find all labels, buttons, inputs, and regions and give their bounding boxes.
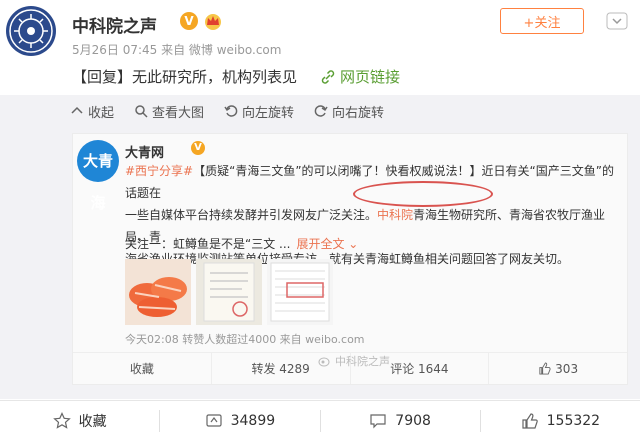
post-text: 【回复】无此研究所，机构列表见: [72, 68, 298, 86]
avatar[interactable]: [6, 6, 56, 56]
star-icon: [52, 411, 71, 429]
rotate-left-button[interactable]: 向左旋转: [224, 102, 294, 121]
comment-button[interactable]: 7908: [321, 401, 480, 440]
salmon-thumbnail[interactable]: [125, 259, 191, 325]
retweet-thumbnails: [125, 259, 333, 325]
author-name[interactable]: 中科院之声: [72, 12, 157, 37]
follow-button[interactable]: +关注: [500, 8, 584, 34]
verified-icon: V: [191, 141, 205, 155]
retweet-body: #西宁分享#【质疑“青海三文鱼”的可以闭嘴了！快看权威说法！】近日有关“国产三文…: [125, 164, 614, 266]
crown-icon: [205, 14, 221, 30]
retweet-card: 大青海 大青网 V #西宁分享#【质疑“青海三文鱼”的可以闭嘴了！快看权威说法！…: [72, 133, 628, 385]
retweet-favorite-button[interactable]: 收藏: [73, 353, 212, 384]
verified-icon: V: [180, 12, 198, 30]
highlight-circle: [353, 181, 493, 207]
weibo-post-page: 中科院之声 V 5月26日 07:45 来自 微博 weibo.com +关注 …: [0, 0, 640, 440]
webpage-link[interactable]: 网页链接: [320, 66, 400, 87]
document-thumbnail[interactable]: [267, 259, 333, 325]
retweet-avatar[interactable]: 大青海: [77, 140, 119, 212]
rotate-left-icon: [224, 105, 238, 117]
repost-icon: [205, 413, 222, 427]
collapse-button[interactable]: 收起: [70, 102, 114, 121]
weibo-watermark: 中科院之声: [318, 353, 390, 369]
certificate-thumbnail[interactable]: [196, 259, 262, 325]
view-large-button[interactable]: 查看大图: [134, 102, 204, 121]
thumbs-up-icon: [539, 362, 551, 375]
thumbs-up-icon: [522, 412, 538, 429]
comment-icon: [370, 413, 386, 428]
link-icon: [321, 69, 335, 84]
hashtag-link[interactable]: #西宁分享#: [125, 164, 193, 178]
magnifier-icon: [135, 105, 148, 118]
more-icon[interactable]: [606, 12, 628, 30]
weibo-logo-icon: [318, 357, 330, 367]
link-label: 网页链接: [340, 68, 401, 86]
image-toolbar: 收起 查看大图 向左旋转 向右旋转: [70, 97, 384, 125]
like-button[interactable]: 155322: [481, 401, 640, 440]
cas-mention-link[interactable]: 中科院: [377, 208, 413, 222]
retweet-meta: 今天02:08 转赞人数超过4000 来自 weibo.com: [125, 333, 365, 346]
retweet-excerpt: 关注一：虹鳟鱼是不是“三文 ... 展开全文 ⌄: [125, 235, 359, 252]
cas-logo-icon: [9, 9, 53, 53]
collapse-icon: [71, 106, 83, 114]
favorite-button[interactable]: 收藏: [0, 401, 159, 440]
bottom-action-bar: 收藏 34899 7908 155322: [0, 400, 640, 440]
post-meta: 5月26日 07:45 来自 微博 weibo.com: [72, 43, 282, 57]
retweet-like-button[interactable]: 303: [489, 353, 627, 384]
post-header: 中科院之声 V 5月26日 07:45 来自 微博 weibo.com +关注 …: [0, 0, 640, 96]
repost-button[interactable]: 34899: [160, 401, 319, 440]
rotate-right-button[interactable]: 向右旋转: [314, 102, 384, 121]
retweet-author-name[interactable]: 大青网: [125, 142, 164, 161]
rotate-right-icon: [314, 105, 328, 117]
expand-full-text-link[interactable]: 展开全文 ⌄: [296, 235, 358, 252]
